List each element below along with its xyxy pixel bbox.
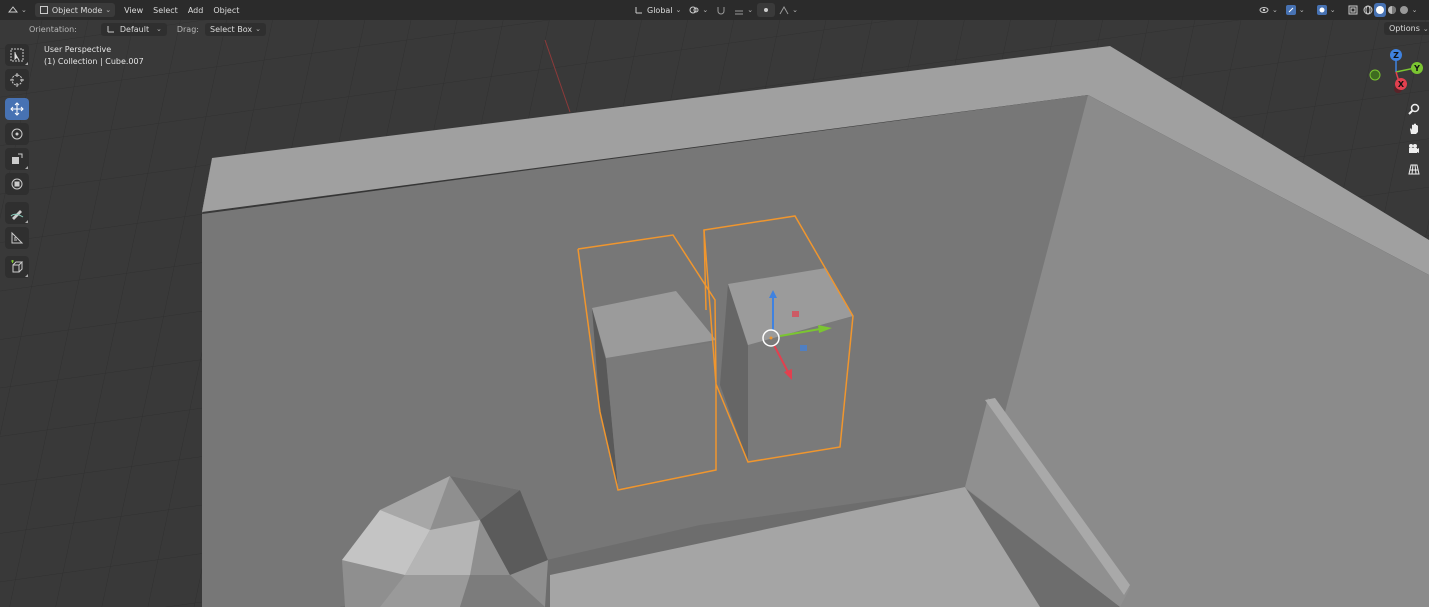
xray-icon bbox=[1348, 5, 1358, 15]
proportional-edit-toggle[interactable] bbox=[757, 3, 776, 17]
tool-settings-bar: Orientation: Default ⌄ Drag: Select Box … bbox=[0, 20, 1429, 38]
object-origin bbox=[769, 336, 773, 340]
shading-solid[interactable] bbox=[1373, 3, 1386, 17]
hand-icon bbox=[1410, 123, 1418, 134]
zoom-icon bbox=[1408, 103, 1420, 115]
tool-annotate[interactable] bbox=[5, 202, 29, 224]
pivot-point-dropdown[interactable]: ⌄ bbox=[685, 3, 712, 17]
orientation-dropdown-value: Default bbox=[119, 24, 150, 34]
nav-z-label: Z bbox=[1393, 51, 1399, 60]
gizmo-yz-plane[interactable] bbox=[792, 311, 799, 317]
left-cube-front-face bbox=[606, 342, 716, 488]
tool-cursor[interactable] bbox=[5, 69, 29, 91]
select-box-icon bbox=[10, 48, 24, 62]
options-dropdown[interactable]: Options ⌄ bbox=[1384, 22, 1429, 35]
collection-label: (1) Collection | Cube.007 bbox=[44, 57, 144, 66]
falloff-curve-icon bbox=[779, 5, 789, 15]
tool-add-cube[interactable] bbox=[5, 256, 29, 278]
left-toolbar bbox=[5, 44, 31, 281]
3d-viewport[interactable] bbox=[0, 0, 1429, 607]
orientation-axes-icon bbox=[107, 26, 114, 33]
menu-object[interactable]: Object bbox=[208, 6, 244, 15]
orientation-label: Orientation: bbox=[29, 24, 77, 34]
orientation-dropdown[interactable]: Default ⌄ bbox=[100, 22, 167, 36]
transform-orientation-dropdown[interactable]: Global ⌄ bbox=[630, 3, 685, 17]
snap-toggle[interactable] bbox=[712, 3, 730, 17]
tool-measure[interactable] bbox=[5, 227, 29, 249]
wireframe-sphere-icon bbox=[1363, 5, 1373, 15]
overlays-toggle[interactable]: ⌄ bbox=[1313, 3, 1340, 17]
overlays-icon bbox=[1316, 5, 1327, 15]
drag-label: Drag: bbox=[176, 24, 199, 34]
drag-dropdown-value: Select Box bbox=[209, 24, 253, 34]
menu-select[interactable]: Select bbox=[148, 6, 183, 15]
eye-icon bbox=[1259, 7, 1269, 13]
zoom-button[interactable] bbox=[1405, 100, 1423, 118]
nav-y-label: Y bbox=[1413, 64, 1420, 73]
gizmo-icon bbox=[1285, 5, 1296, 15]
xray-toggle[interactable] bbox=[1344, 3, 1362, 17]
drag-dropdown[interactable]: Select Box ⌄ bbox=[204, 22, 266, 36]
snap-target-dropdown[interactable]: ⌄ bbox=[730, 3, 757, 17]
orientation-value: Global bbox=[647, 5, 673, 15]
shading-wireframe[interactable] bbox=[1362, 3, 1374, 17]
pan-button[interactable] bbox=[1405, 120, 1423, 138]
editor-type-button[interactable]: ⌄ bbox=[4, 3, 31, 17]
measure-ruler-icon bbox=[11, 231, 24, 244]
camera-view-button[interactable] bbox=[1405, 140, 1423, 158]
material-sphere-icon bbox=[1387, 6, 1396, 14]
viewport-header: ⌄ Object Mode ⌄ View Select Add Object G… bbox=[0, 0, 1429, 20]
shading-material[interactable] bbox=[1386, 3, 1398, 17]
shading-rendered[interactable]: ⌄ bbox=[1398, 3, 1419, 17]
annotate-pencil-icon bbox=[10, 210, 24, 220]
mode-label: Object Mode bbox=[51, 5, 103, 15]
falloff-dropdown[interactable]: ⌄ bbox=[775, 3, 802, 17]
nav-neg-y[interactable] bbox=[1369, 69, 1381, 81]
perspective-label: User Perspective bbox=[44, 45, 112, 54]
tool-scale[interactable] bbox=[5, 148, 29, 170]
pivot-icon bbox=[689, 6, 699, 14]
menu-add[interactable]: Add bbox=[183, 6, 209, 15]
tool-rotate[interactable] bbox=[5, 123, 29, 145]
orientation-icon bbox=[635, 7, 642, 14]
tool-select-box[interactable] bbox=[5, 44, 29, 66]
camera-icon bbox=[1409, 144, 1419, 153]
options-label: Options bbox=[1389, 24, 1420, 33]
snap-grid-icon bbox=[735, 10, 744, 15]
tool-move[interactable] bbox=[5, 98, 29, 120]
proportional-dot-icon bbox=[764, 8, 769, 12]
move-icon bbox=[10, 102, 24, 116]
rendered-sphere-icon bbox=[1399, 6, 1408, 14]
mode-selector[interactable]: Object Mode ⌄ bbox=[34, 3, 116, 17]
gizmo-xy-plane[interactable] bbox=[800, 345, 807, 351]
3d-viewport-icon bbox=[8, 6, 18, 13]
grid-icon bbox=[1408, 164, 1420, 175]
rotate-icon bbox=[11, 128, 23, 140]
magnet-icon bbox=[717, 7, 725, 15]
scale-icon bbox=[12, 153, 23, 164]
nav-x-label: X bbox=[1398, 80, 1405, 89]
gizmo-toggle[interactable]: ⌄ bbox=[1282, 3, 1309, 17]
add-cube-icon bbox=[11, 260, 24, 273]
navigation-gizmo[interactable]: Z Y X bbox=[1366, 44, 1426, 98]
solid-sphere-icon bbox=[1375, 6, 1384, 14]
transform-icon bbox=[11, 178, 23, 190]
ortho-toggle-button[interactable] bbox=[1405, 160, 1423, 178]
object-mode-icon bbox=[39, 6, 48, 14]
viewport-info: User Perspective (1) Collection | Cube.0… bbox=[44, 44, 144, 68]
tool-transform[interactable] bbox=[5, 173, 29, 195]
menu-view[interactable]: View bbox=[119, 6, 148, 15]
visibility-dropdown[interactable]: ⌄ bbox=[1255, 3, 1282, 17]
cursor-icon bbox=[10, 73, 24, 87]
